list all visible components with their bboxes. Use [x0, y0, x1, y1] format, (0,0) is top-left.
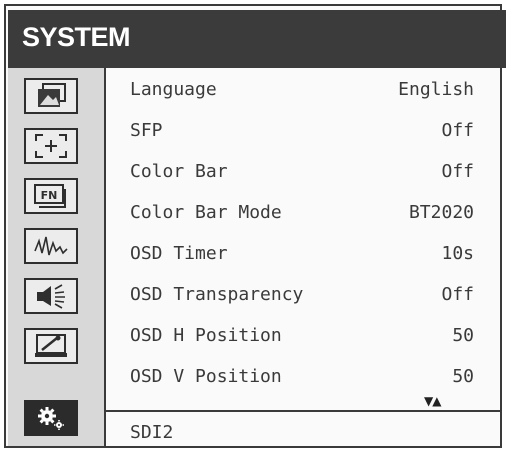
divider [106, 410, 502, 412]
sidebar-item-function[interactable]: FN [24, 178, 78, 214]
menu-item-color-bar[interactable]: Color Bar Off [130, 156, 474, 186]
menu-item-osd-transparency[interactable]: OSD Transparency Off [130, 279, 474, 309]
menu-item-label: OSD V Position [130, 365, 282, 387]
menu-item-value: 50 [452, 365, 474, 387]
header-bar: SYSTEM [8, 10, 506, 68]
marker-focus-icon [34, 133, 68, 159]
menu-item-osd-timer[interactable]: OSD Timer 10s [130, 238, 474, 268]
menu-item-value: Off [441, 283, 474, 305]
menu-item-label: Color Bar [130, 160, 228, 182]
scroll-arrows-icon[interactable]: ▼▲ [424, 394, 441, 408]
sidebar-item-display[interactable] [24, 328, 78, 364]
svg-text:FN: FN [41, 189, 58, 202]
sidebar-item-waveform[interactable] [24, 228, 78, 264]
speaker-icon [34, 283, 68, 309]
gear-icon [36, 405, 66, 431]
function-key-icon: FN [33, 183, 69, 209]
page-title: SYSTEM [22, 22, 131, 52]
menu-item-osd-h-position[interactable]: OSD H Position 50 [130, 320, 474, 350]
menu-item-value: 50 [452, 324, 474, 346]
input-source-label: SDI2 [130, 422, 174, 443]
sidebar-item-system[interactable] [24, 400, 78, 436]
menu-item-label: OSD Timer [130, 242, 228, 264]
menu-item-osd-v-position[interactable]: OSD V Position 50 [130, 361, 474, 391]
menu-list: Language English SFP Off Color Bar Off C… [106, 68, 502, 398]
menu-item-value: English [398, 78, 474, 100]
sidebar-item-marker[interactable] [24, 128, 78, 164]
menu-item-value: BT2020 [408, 201, 474, 223]
menu-item-color-bar-mode[interactable]: Color Bar Mode BT2020 [130, 197, 474, 227]
menu-item-label: Language [130, 78, 217, 100]
menu-item-sfp[interactable]: SFP Off [130, 115, 474, 145]
sidebar: FN [8, 68, 106, 446]
menu-item-label: SFP [130, 119, 163, 141]
sidebar-item-picture[interactable] [24, 78, 78, 114]
menu-item-value: Off [441, 160, 474, 182]
menu-item-label: OSD H Position [130, 324, 282, 346]
menu-item-language[interactable]: Language English [130, 74, 474, 104]
picture-icon [35, 83, 67, 109]
menu-item-value: Off [441, 119, 474, 141]
menu-item-label: OSD Transparency [130, 283, 304, 305]
waveform-icon [33, 233, 69, 259]
menu-item-value: 10s [441, 242, 474, 264]
sidebar-item-audio[interactable] [24, 278, 78, 314]
menu-item-label: Color Bar Mode [130, 201, 282, 223]
monitor-tools-icon [33, 333, 69, 359]
